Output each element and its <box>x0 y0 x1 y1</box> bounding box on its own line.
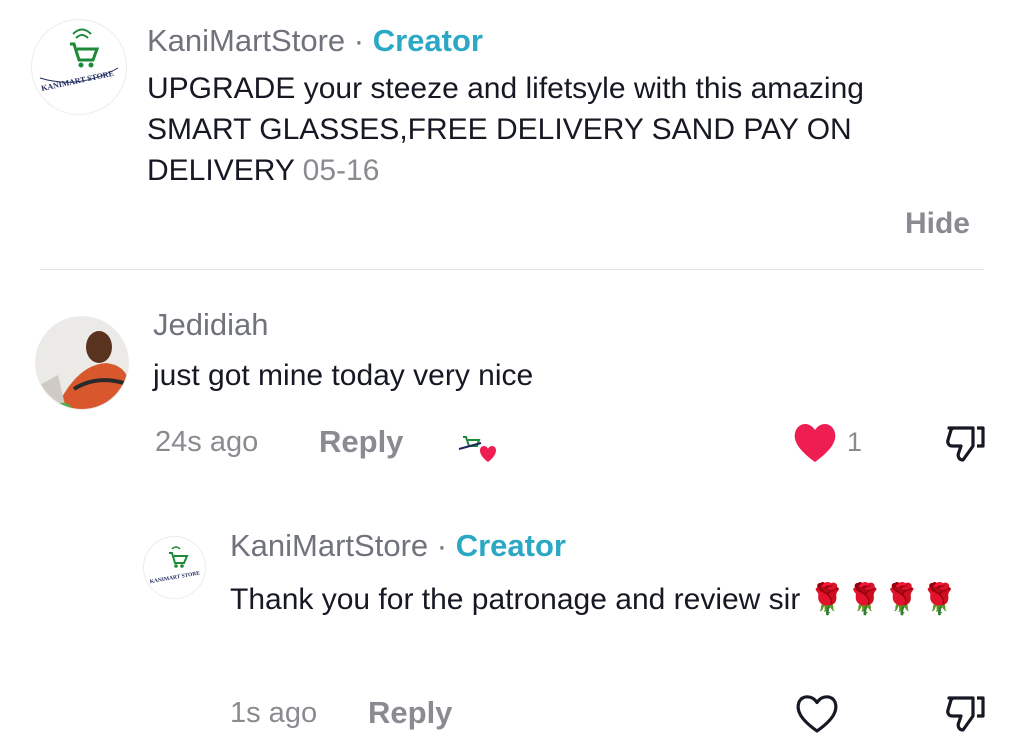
creator-badge: Creator <box>455 528 566 563</box>
like-heart-outline-icon[interactable] <box>793 691 841 735</box>
separator-dot: · <box>353 23 365 58</box>
comment-body: UPGRADE your steeze and lifetsyle with t… <box>147 68 937 191</box>
reply-author[interactable]: Jedidiah <box>153 307 268 343</box>
reply-button[interactable]: Reply <box>368 695 452 731</box>
reply-text: Thank you for the patronage and review s… <box>230 583 959 616</box>
like-count: 1 <box>847 427 863 457</box>
reply-time: 24s ago <box>155 426 259 458</box>
store-logo-avatar[interactable]: KANIMART STORE <box>143 536 206 599</box>
creator-liked-icon <box>455 425 503 465</box>
dislike-icon[interactable] <box>943 420 989 464</box>
separator-dot: · <box>436 528 448 563</box>
hide-button[interactable]: Hide <box>905 207 970 241</box>
dislike-icon[interactable] <box>943 690 989 734</box>
reply-header: KaniMartStore · Creator <box>230 528 566 564</box>
reply-time: 1s ago <box>230 697 318 729</box>
logo-text: KANIMART STORE <box>40 69 114 93</box>
logo-text: KANIMART STORE <box>149 570 200 585</box>
user-avatar[interactable] <box>35 316 129 410</box>
shopping-cart-logo-icon: KANIMART STORE <box>149 546 201 585</box>
shopping-cart-logo-icon: KANIMART STORE <box>39 28 119 93</box>
like-heart-filled-icon[interactable] <box>790 419 840 465</box>
creator-badge: Creator <box>372 23 483 58</box>
author-name[interactable]: KaniMartStore <box>147 23 345 58</box>
author-name[interactable]: KaniMartStore <box>230 528 428 563</box>
comment-header: KaniMartStore · Creator <box>147 23 483 59</box>
store-logo-avatar[interactable]: KANIMART STORE <box>31 19 127 115</box>
divider <box>40 269 984 270</box>
comment-text: UPGRADE your steeze and lifetsyle with t… <box>147 72 864 187</box>
person-photo-icon <box>36 317 128 409</box>
reply-button[interactable]: Reply <box>319 424 403 460</box>
reply-text: just got mine today very nice <box>153 359 534 392</box>
comment-timestamp: 05-16 <box>302 154 380 187</box>
